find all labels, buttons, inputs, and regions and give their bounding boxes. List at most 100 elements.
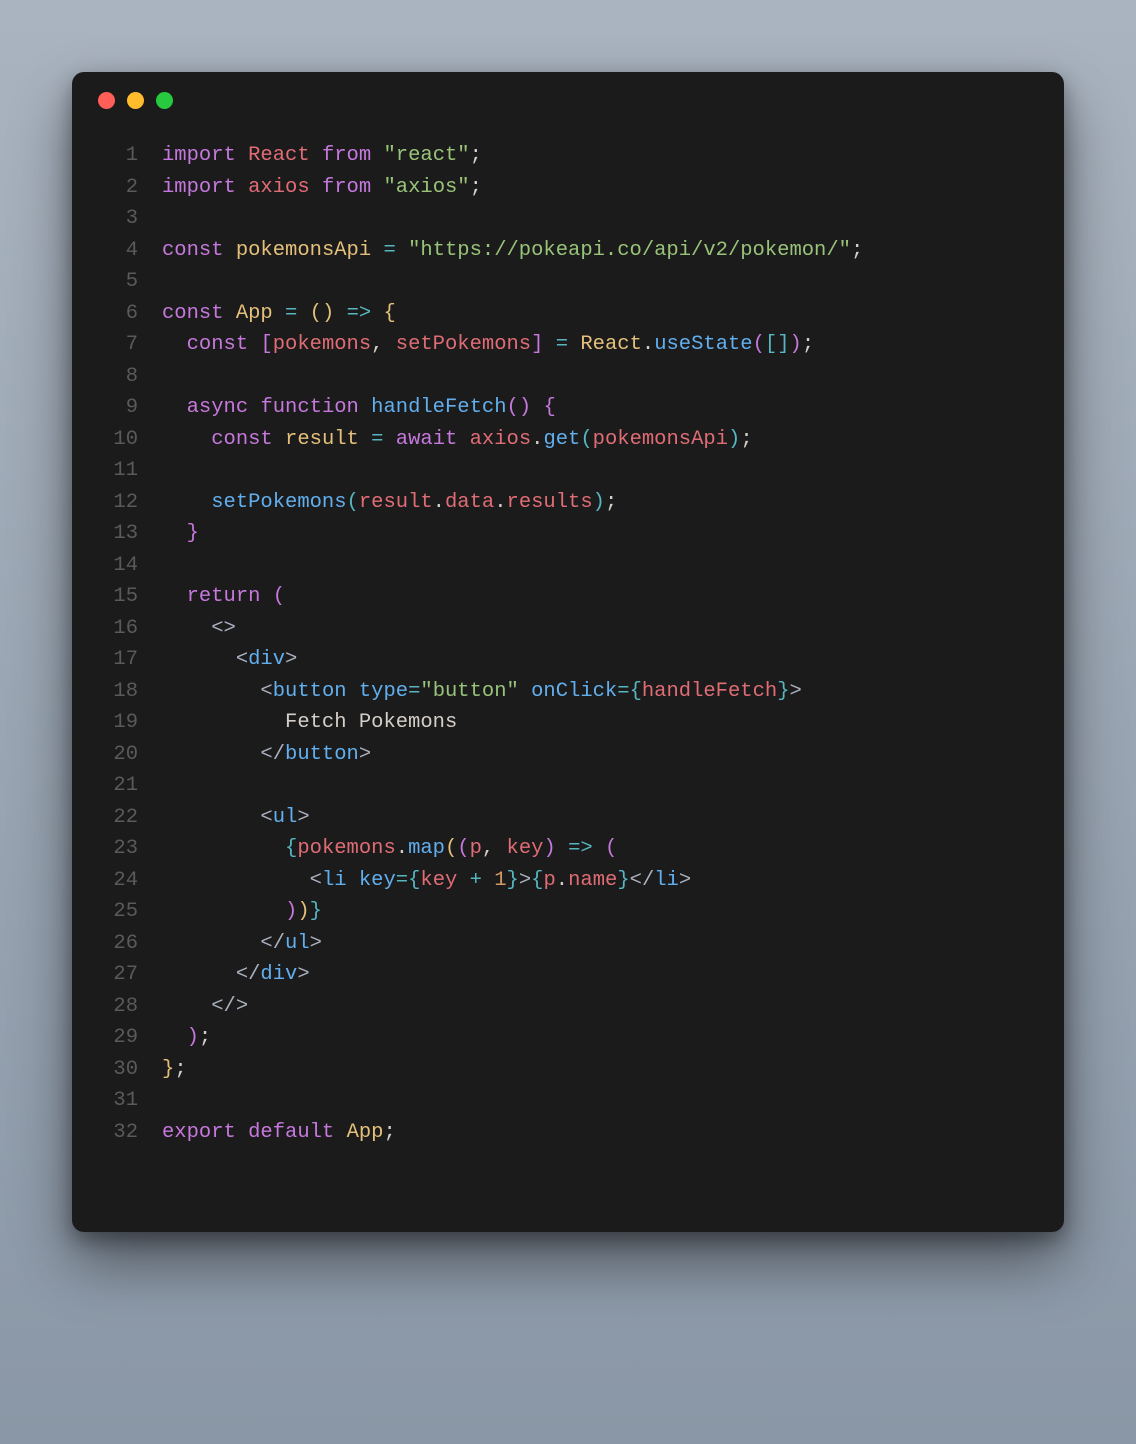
code-content: <li key={key + 1}>{p.name}</li> [162,865,691,897]
code-line: 10 const result = await axios.get(pokemo… [72,424,1064,456]
code-content: </> [162,991,248,1023]
line-number: 20 [72,739,162,771]
code-content: </button> [162,739,371,771]
code-content [162,203,174,235]
line-number: 28 [72,991,162,1023]
code-content: <> [162,613,236,645]
code-line: 21 [72,770,1064,802]
code-content: </div> [162,959,310,991]
line-number: 5 [72,266,162,298]
code-content: </ul> [162,928,322,960]
code-line: 8 [72,361,1064,393]
line-number: 31 [72,1085,162,1117]
line-number: 30 [72,1054,162,1086]
line-number: 25 [72,896,162,928]
code-line: 1import React from "react"; [72,140,1064,172]
code-line: 28 </> [72,991,1064,1023]
code-content: import axios from "axios"; [162,172,482,204]
code-content: } [162,518,199,550]
line-number: 10 [72,424,162,456]
code-line: 20 </button> [72,739,1064,771]
line-number: 12 [72,487,162,519]
line-number: 13 [72,518,162,550]
line-number: 4 [72,235,162,267]
line-number: 1 [72,140,162,172]
code-content [162,361,174,393]
code-content: const result = await axios.get(pokemonsA… [162,424,753,456]
code-line: 4const pokemonsApi = "https://pokeapi.co… [72,235,1064,267]
code-line: 3 [72,203,1064,235]
line-number: 29 [72,1022,162,1054]
titlebar [72,72,1064,128]
code-line: 26 </ul> [72,928,1064,960]
code-content: import React from "react"; [162,140,482,172]
code-line: 5 [72,266,1064,298]
code-line: 6const App = () => { [72,298,1064,330]
code-line: 31 [72,1085,1064,1117]
line-number: 3 [72,203,162,235]
line-number: 18 [72,676,162,708]
code-line: 17 <div> [72,644,1064,676]
code-line: 12 setPokemons(result.data.results); [72,487,1064,519]
line-number: 17 [72,644,162,676]
code-line: 25 ))} [72,896,1064,928]
code-content: {pokemons.map((p, key) => ( [162,833,617,865]
code-line: 9 async function handleFetch() { [72,392,1064,424]
line-number: 8 [72,361,162,393]
code-window: 1import React from "react";2import axios… [72,72,1064,1232]
line-number: 21 [72,770,162,802]
code-line: 18 <button type="button" onClick={handle… [72,676,1064,708]
code-content: setPokemons(result.data.results); [162,487,617,519]
line-number: 2 [72,172,162,204]
code-line: 15 return ( [72,581,1064,613]
line-number: 23 [72,833,162,865]
code-content: ); [162,1022,211,1054]
minimize-icon[interactable] [127,92,144,109]
code-line: 29 ); [72,1022,1064,1054]
zoom-icon[interactable] [156,92,173,109]
code-line: 19 Fetch Pokemons [72,707,1064,739]
code-content: ))} [162,896,322,928]
code-content [162,550,174,582]
code-line: 7 const [pokemons, setPokemons] = React.… [72,329,1064,361]
code-content: async function handleFetch() { [162,392,556,424]
code-content [162,455,174,487]
line-number: 26 [72,928,162,960]
code-line: 16 <> [72,613,1064,645]
line-number: 22 [72,802,162,834]
line-number: 16 [72,613,162,645]
line-number: 15 [72,581,162,613]
code-content [162,770,174,802]
code-line: 23 {pokemons.map((p, key) => ( [72,833,1064,865]
code-content: export default App; [162,1117,396,1149]
line-number: 19 [72,707,162,739]
code-content: }; [162,1054,187,1086]
code-line: 14 [72,550,1064,582]
line-number: 27 [72,959,162,991]
code-line: 30}; [72,1054,1064,1086]
code-content: const App = () => { [162,298,396,330]
close-icon[interactable] [98,92,115,109]
line-number: 24 [72,865,162,897]
code-line: 24 <li key={key + 1}>{p.name}</li> [72,865,1064,897]
code-line: 27 </div> [72,959,1064,991]
line-number: 6 [72,298,162,330]
code-line: 11 [72,455,1064,487]
code-content: <button type="button" onClick={handleFet… [162,676,802,708]
line-number: 11 [72,455,162,487]
code-content: return ( [162,581,285,613]
code-content: <ul> [162,802,310,834]
line-number: 7 [72,329,162,361]
code-line: 32export default App; [72,1117,1064,1149]
code-editor[interactable]: 1import React from "react";2import axios… [72,128,1064,1168]
line-number: 14 [72,550,162,582]
code-content: const pokemonsApi = "https://pokeapi.co/… [162,235,863,267]
code-content: const [pokemons, setPokemons] = React.us… [162,329,814,361]
code-content: <div> [162,644,297,676]
code-line: 22 <ul> [72,802,1064,834]
code-content: Fetch Pokemons [162,707,457,739]
code-line: 13 } [72,518,1064,550]
code-content [162,266,174,298]
line-number: 32 [72,1117,162,1149]
line-number: 9 [72,392,162,424]
